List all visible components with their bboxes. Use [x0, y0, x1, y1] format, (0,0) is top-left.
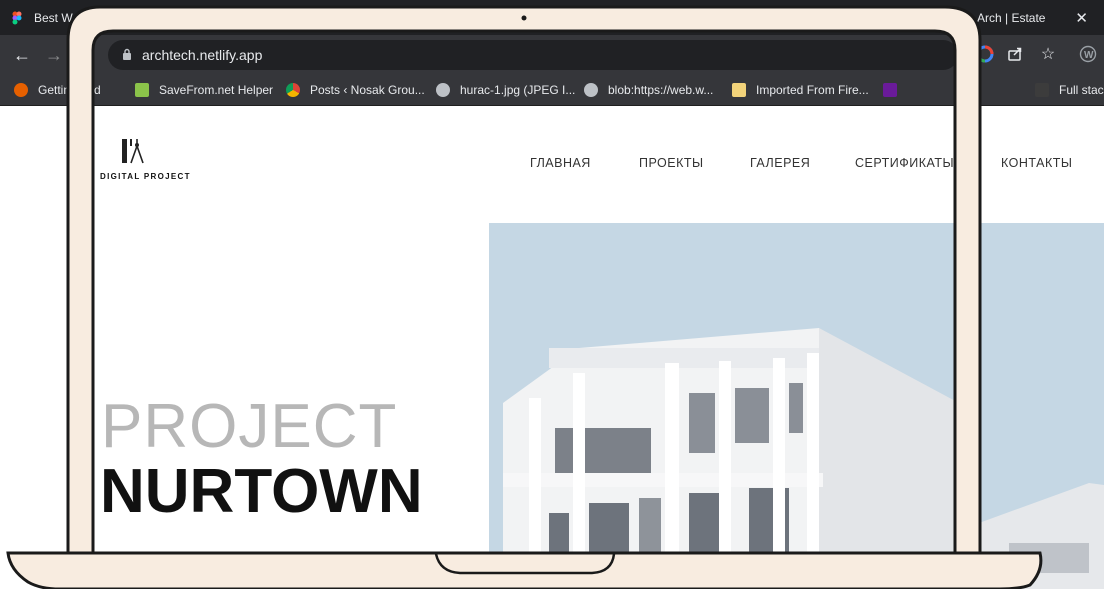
browser-toolbar: ← → archtech.netlify.app ☆ W — [0, 35, 1104, 75]
globe-icon — [436, 83, 450, 97]
nav-gallery[interactable]: ГАЛЕРЕЯ — [750, 156, 810, 170]
google-icon[interactable] — [975, 45, 995, 65]
forward-icon[interactable]: → — [42, 43, 66, 67]
bookmark-label: SaveFrom.net Helper — [159, 83, 274, 97]
download-arrow-icon — [135, 83, 149, 97]
back-icon[interactable]: ← — [10, 43, 34, 67]
website-page: DIGITAL PROJECT ГЛАВНАЯ ПРОЕКТЫ ГАЛЕРЕЯ … — [0, 106, 1104, 589]
hero-title-light: PROJECT — [101, 392, 398, 461]
bookmark-label: Full stack — [1059, 83, 1104, 97]
url-text: archtech.netlify.app — [142, 47, 263, 63]
bookmark-label: blob:https://web.w... — [608, 83, 714, 97]
bookmarks-bar: Gettin arted SaveFrom.net Helper Posts ‹… — [0, 75, 1104, 106]
folder-icon — [1035, 83, 1049, 97]
tab-active[interactable]: Best W — [10, 0, 73, 35]
share-icon[interactable] — [1005, 45, 1025, 65]
figma-icon — [10, 11, 24, 25]
tab-title: Best W — [34, 10, 73, 25]
nav-home[interactable]: ГЛАВНАЯ — [530, 156, 591, 170]
bookmark-label: hurac-1.jpg (JPEG I... — [460, 83, 576, 97]
firefox-icon — [14, 83, 28, 97]
bookmark-savefrom[interactable]: SaveFrom.net Helper — [135, 75, 273, 105]
globe-icon — [584, 83, 598, 97]
star-icon[interactable]: ☆ — [1038, 45, 1058, 65]
lock-icon — [123, 48, 131, 60]
bookmark-blob[interactable]: blob:https://web.w... — [584, 75, 713, 105]
nav-projects[interactable]: ПРОЕКТЫ — [639, 156, 704, 170]
svg-text:W: W — [1084, 50, 1094, 61]
tab-title: Arch | Estate — [977, 10, 1046, 25]
bookmark-getting-started[interactable]: Gettin arted — [14, 75, 101, 105]
bookmark-hurac[interactable]: hurac-1.jpg (JPEG I... — [436, 75, 575, 105]
bookmark-posts[interactable]: Posts ‹ Nosak Grou... — [286, 75, 425, 105]
bookmark-imported[interactable]: Imported From Fire... — [732, 75, 869, 105]
nav-contacts[interactable]: КОНТАКТЫ — [1001, 156, 1072, 170]
nav-certificates[interactable]: СЕРТИФИКАТЫ — [855, 156, 954, 170]
hero-title-bold: NURTOWN — [100, 457, 423, 526]
bookmark-label: Posts ‹ Nosak Grou... — [310, 83, 425, 97]
folder-icon — [732, 83, 746, 97]
bookmark-fullstack[interactable]: Full stack — [1035, 75, 1104, 105]
tab-arch-estate[interactable]: Arch | Estate ✕ — [966, 0, 1104, 35]
tab-bar: Best W Arch | Estate ✕ — [0, 0, 1104, 35]
building-image — [489, 223, 1104, 589]
wordpress-icon[interactable]: W — [1078, 45, 1098, 65]
bookmark-label: Imported From Fire... — [756, 83, 869, 97]
chrome-icon — [286, 83, 300, 97]
logo-mark — [122, 139, 144, 164]
address-bar[interactable]: archtech.netlify.app — [108, 40, 958, 70]
bookmark-label: Gettin arted — [38, 83, 101, 97]
close-icon[interactable]: ✕ — [1075, 9, 1088, 27]
site-icon — [883, 83, 897, 97]
logo-text: DIGITAL PROJECT — [100, 172, 191, 181]
site-logo[interactable]: DIGITAL PROJECT — [100, 136, 189, 184]
bookmark-janes[interactable] — [883, 75, 907, 105]
